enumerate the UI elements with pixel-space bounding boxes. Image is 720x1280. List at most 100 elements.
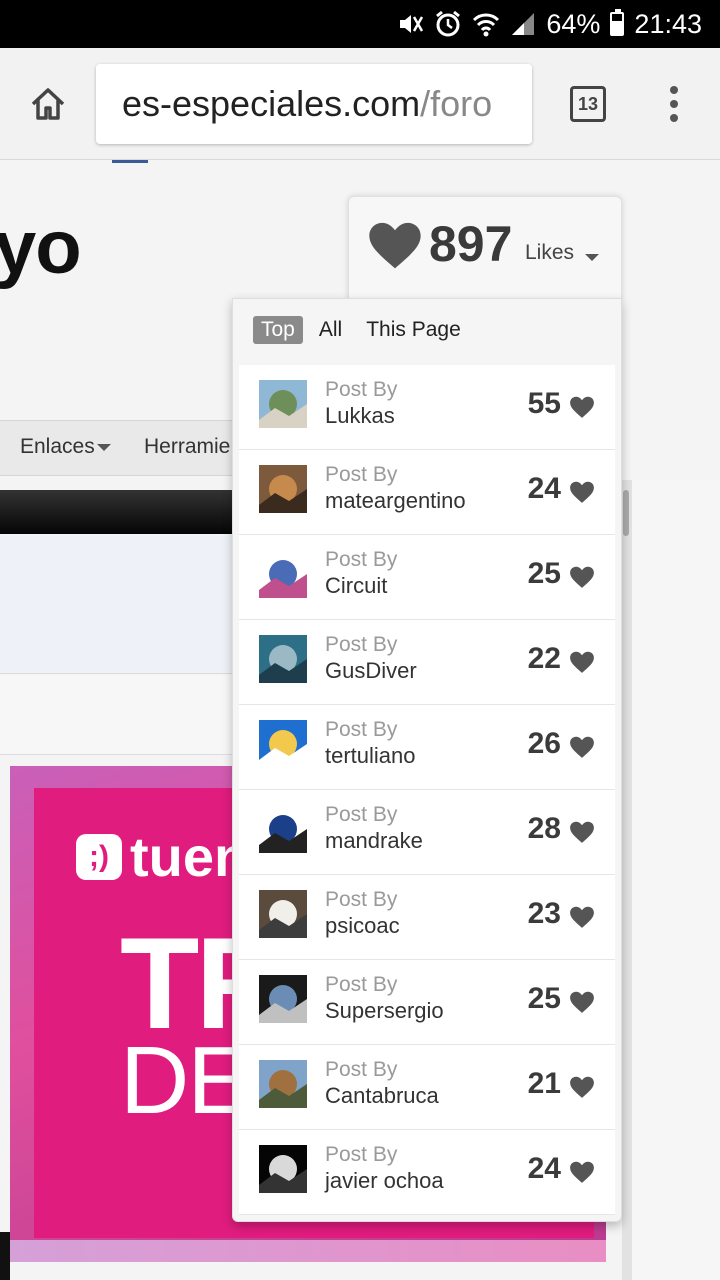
heart-icon <box>570 396 594 418</box>
tab-top[interactable]: Top <box>253 316 303 344</box>
tab-all[interactable]: All <box>311 316 350 344</box>
url-path: /foro <box>420 83 493 124</box>
ad-headline-2: DE <box>120 1027 251 1134</box>
like-count: 24 <box>527 472 561 505</box>
post-by-label: Post By <box>325 1143 398 1166</box>
avatar[interactable] <box>259 380 307 428</box>
status-bar: 64% 21:43 <box>0 0 720 48</box>
signal-icon <box>510 11 536 37</box>
scrollbar-thumb[interactable] <box>623 490 629 536</box>
like-count: 21 <box>527 1067 561 1100</box>
page-scrollbar[interactable] <box>622 480 632 1280</box>
battery-icon <box>610 9 625 36</box>
list-item[interactable]: Post By javier ochoa 24 <box>239 1130 615 1215</box>
avatar[interactable] <box>259 720 307 768</box>
like-count: 55 <box>527 387 561 420</box>
list-item[interactable]: Post By Lukkas 55 <box>239 365 615 450</box>
nav-enlaces[interactable]: Enlaces <box>20 435 111 459</box>
avatar[interactable] <box>259 975 307 1023</box>
heart-icon <box>570 991 594 1013</box>
username-link[interactable]: psicoac <box>325 913 400 939</box>
like-count: 25 <box>527 557 561 590</box>
mute-vibrate-icon <box>396 11 424 37</box>
heart-icon <box>570 566 594 588</box>
list-item[interactable]: Post By psicoac 23 <box>239 875 615 960</box>
avatar[interactable] <box>259 1145 307 1193</box>
username-link[interactable]: mandrake <box>325 828 423 854</box>
heart-icon <box>570 906 594 928</box>
list-item[interactable]: Post By tertuliano 26 <box>239 705 615 790</box>
avatar[interactable] <box>259 550 307 598</box>
username-link[interactable]: mateargentino <box>325 488 466 514</box>
active-indicator <box>112 160 148 163</box>
chevron-down-icon <box>585 254 599 261</box>
url-domain: es-especiales.com <box>122 83 421 124</box>
likes-count: 897 <box>429 216 513 272</box>
username-link[interactable]: Lukkas <box>325 403 395 429</box>
browser-toolbar: es-especiales.com/foro 13 <box>0 48 720 160</box>
likes-label: Likes <box>525 241 575 264</box>
like-count: 23 <box>527 897 561 930</box>
avatar[interactable] <box>259 805 307 853</box>
overflow-menu-button[interactable] <box>660 82 688 126</box>
content-panel <box>0 536 240 674</box>
heart-icon <box>570 1161 594 1183</box>
ad-logo: ;) tuen <box>76 824 248 889</box>
page-title: yo <box>0 205 82 290</box>
heart-icon <box>570 736 594 758</box>
like-count: 22 <box>527 642 561 675</box>
likes-dropdown: Top All This Page Post By Lukkas 55 Post By… <box>232 298 622 1222</box>
username-link[interactable]: Supersergio <box>325 998 444 1024</box>
list-item[interactable]: Post By GusDiver 22 <box>239 620 615 705</box>
username-link[interactable]: GusDiver <box>325 658 417 684</box>
likes-toggle[interactable]: 897 Likes <box>348 196 622 300</box>
post-by-label: Post By <box>325 973 398 996</box>
url-bar[interactable]: es-especiales.com/foro <box>96 64 532 144</box>
page-margin <box>632 480 720 1280</box>
like-count: 26 <box>527 727 561 760</box>
nav-herramientas[interactable]: Herramie <box>144 435 230 459</box>
avatar[interactable] <box>259 635 307 683</box>
post-by-label: Post By <box>325 718 398 741</box>
like-count: 25 <box>527 982 561 1015</box>
tab-this-page[interactable]: This Page <box>358 316 469 344</box>
avatar[interactable] <box>259 1060 307 1108</box>
avatar[interactable] <box>259 890 307 938</box>
tab-switcher-button[interactable]: 13 <box>570 86 606 122</box>
avatar[interactable] <box>259 465 307 513</box>
post-by-label: Post By <box>325 548 398 571</box>
battery-percent: 64% <box>546 8 601 39</box>
post-by-label: Post By <box>325 463 398 486</box>
username-link[interactable]: Circuit <box>325 573 387 599</box>
list-item[interactable]: Post By mandrake 28 <box>239 790 615 875</box>
heart-icon <box>570 481 594 503</box>
heart-icon <box>570 1076 594 1098</box>
post-by-label: Post By <box>325 1058 398 1081</box>
list-item[interactable]: Post By Supersergio 25 <box>239 960 615 1045</box>
clock: 21:43 <box>634 8 702 39</box>
dark-bar <box>0 490 240 534</box>
username-link[interactable]: javier ochoa <box>325 1168 444 1194</box>
username-link[interactable]: tertuliano <box>325 743 416 769</box>
like-count: 28 <box>527 812 561 845</box>
like-count: 24 <box>527 1152 561 1185</box>
list-item[interactable]: Post By Circuit 25 <box>239 535 615 620</box>
home-button[interactable] <box>24 80 72 128</box>
likes-list: Post By Lukkas 55 Post By mateargentino 24 Pos… <box>239 365 615 1215</box>
wifi-icon <box>472 11 500 37</box>
chevron-down-icon <box>96 443 111 451</box>
forum-nav: Enlaces Herramie <box>0 420 250 476</box>
post-by-label: Post By <box>325 803 398 826</box>
alarm-icon <box>434 10 462 38</box>
heart-icon <box>570 821 594 843</box>
heart-icon <box>369 222 421 269</box>
likes-tabs: Top All This Page <box>253 315 477 345</box>
post-by-label: Post By <box>325 633 398 656</box>
home-icon <box>31 88 65 120</box>
list-item[interactable]: Post By mateargentino 24 <box>239 450 615 535</box>
post-by-label: Post By <box>325 378 398 401</box>
username-link[interactable]: Cantabruca <box>325 1083 439 1109</box>
content-panel-2 <box>0 675 240 755</box>
heart-icon <box>570 651 594 673</box>
list-item[interactable]: Post By Cantabruca 21 <box>239 1045 615 1130</box>
